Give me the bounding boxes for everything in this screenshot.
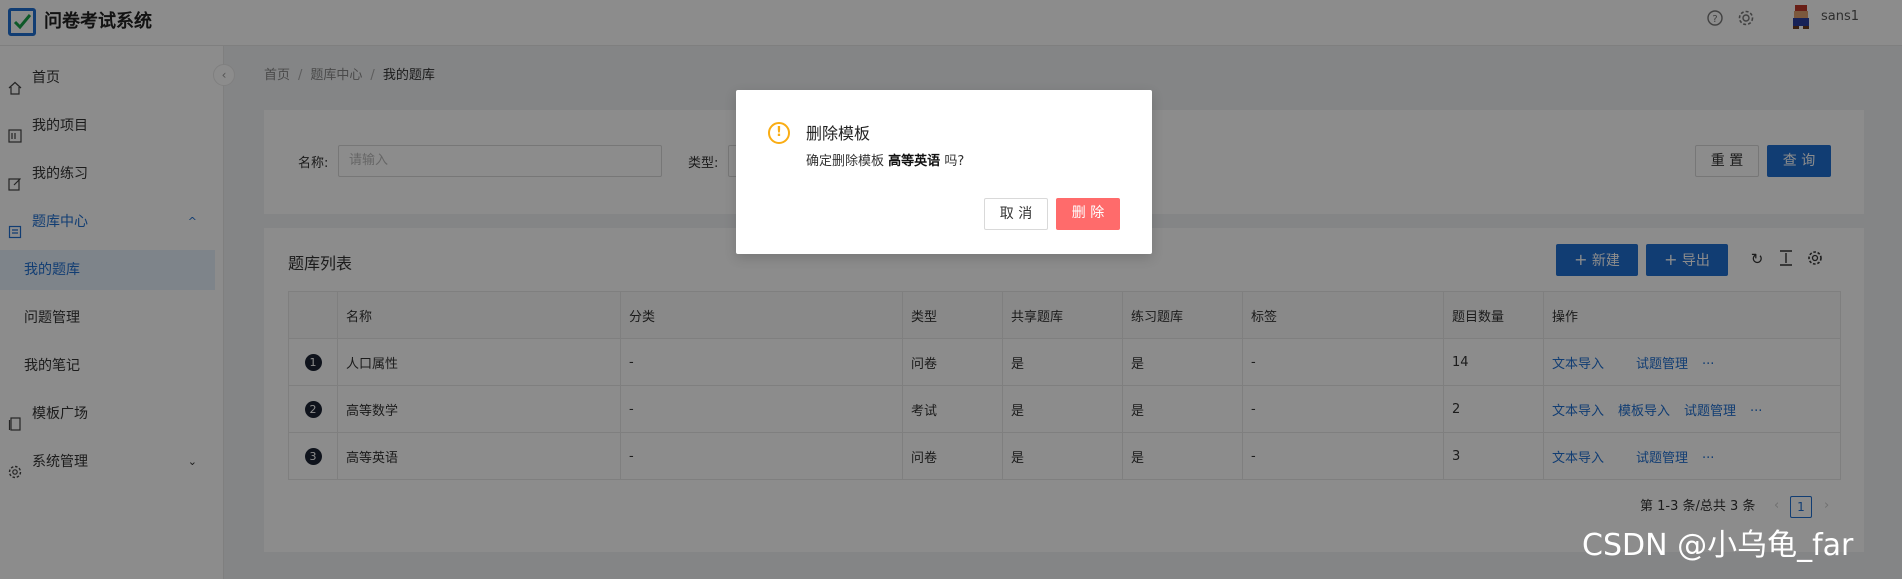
modal-body-prefix: 确定删除模板 (806, 154, 885, 169)
modal-body-target: 高等英语 (888, 154, 941, 169)
warning-icon: ! (768, 122, 790, 144)
delete-confirm-modal: ! 删除模板 确定删除模板 高等英语 吗? 取 消 删 除 (736, 90, 1152, 254)
cancel-button[interactable]: 取 消 (984, 198, 1048, 230)
modal-body-suffix: 吗? (944, 154, 965, 169)
modal-title: 删除模板 (806, 124, 871, 143)
modal-body: 确定删除模板 高等英语 吗? (806, 153, 964, 171)
watermark: CSDN @小乌龟_far (1582, 528, 1854, 563)
delete-button[interactable]: 删 除 (1056, 198, 1120, 230)
modal-mask[interactable] (0, 0, 1902, 579)
